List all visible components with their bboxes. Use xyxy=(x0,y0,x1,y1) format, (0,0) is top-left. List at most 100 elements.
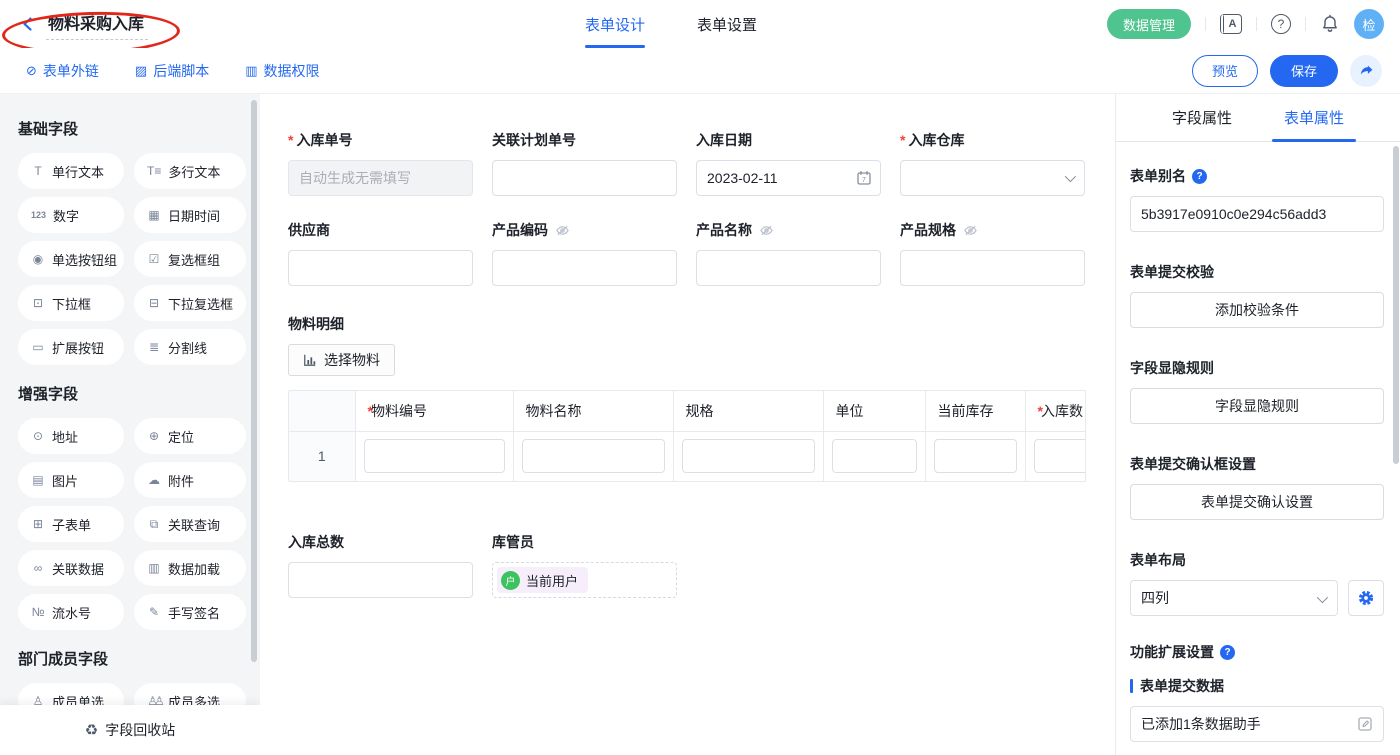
field-item-extend-button[interactable]: ▭扩展按钮 xyxy=(18,329,124,365)
warehouse-select[interactable] xyxy=(900,160,1085,196)
field-inbound-warehouse[interactable]: *入库仓库 xyxy=(900,130,1085,196)
language-icon[interactable]: A xyxy=(1220,14,1242,34)
save-button[interactable]: 保存 xyxy=(1270,55,1338,87)
select-material-button[interactable]: 选择物料 xyxy=(288,344,395,376)
field-item-signature[interactable]: ✎手写签名 xyxy=(134,594,246,630)
back-button[interactable] xyxy=(16,12,40,36)
add-validation-button[interactable]: 添加校验条件 xyxy=(1130,292,1384,328)
page-scrollbar[interactable] xyxy=(1393,146,1399,464)
page-title[interactable]: 物料采购入库 xyxy=(46,8,148,40)
supplier-input[interactable] xyxy=(288,250,473,286)
tab-form-properties[interactable]: 表单属性 xyxy=(1284,94,1344,142)
field-item-divider[interactable]: ≣分割线 xyxy=(134,329,246,365)
field-item-dropdown[interactable]: ⊡下拉框 xyxy=(18,285,124,321)
warehouse-keeper-picker[interactable]: 户 当前用户 xyxy=(492,562,677,598)
edit-icon[interactable] xyxy=(1357,716,1373,732)
layout-settings-button[interactable] xyxy=(1348,580,1384,616)
field-item-related-query[interactable]: ⧉关联查询 xyxy=(134,506,246,542)
product-code-input[interactable] xyxy=(492,250,677,286)
field-inbound-total[interactable]: 入库总数 xyxy=(288,532,473,598)
field-item-location[interactable]: ⊕定位 xyxy=(134,418,246,454)
unit-input[interactable] xyxy=(832,439,917,473)
field-warehouse-keeper[interactable]: 库管员 户 当前用户 xyxy=(492,532,677,598)
cell-material-code xyxy=(355,431,513,481)
backend-script-link[interactable]: ▨ 后端脚本 xyxy=(135,61,209,81)
user-avatar[interactable]: 检 xyxy=(1354,9,1384,39)
address-icon: ⊙ xyxy=(31,429,45,443)
tab-field-properties[interactable]: 字段属性 xyxy=(1172,94,1232,142)
form-alias-input[interactable] xyxy=(1130,196,1384,232)
data-manage-button[interactable]: 数据管理 xyxy=(1107,9,1191,39)
share-button[interactable] xyxy=(1350,55,1382,87)
field-related-plan-no[interactable]: 关联计划单号 xyxy=(492,130,677,196)
submit-confirm-label: 表单提交确认框设置 xyxy=(1130,454,1384,474)
help-icon[interactable]: ? xyxy=(1271,14,1291,34)
field-item-multi-dropdown[interactable]: ⊟下拉复选框 xyxy=(134,285,246,321)
subform-data-row: 1 xyxy=(289,431,1086,481)
current-user-tag[interactable]: 户 当前用户 xyxy=(497,567,588,593)
field-label: 数据加载 xyxy=(168,559,220,578)
related-plan-no-input[interactable] xyxy=(492,160,677,196)
field-item-datetime[interactable]: ▦日期时间 xyxy=(134,197,246,233)
field-item-radio-group[interactable]: ◉单选按钮组 xyxy=(18,241,124,277)
toolbar-links: ⊘ 表单外链 ▨ 后端脚本 ▥ 数据权限 xyxy=(0,61,320,81)
preview-button[interactable]: 预览 xyxy=(1192,55,1258,87)
field-label: 流水号 xyxy=(52,603,91,622)
notification-bell-icon[interactable] xyxy=(1320,14,1340,34)
inbound-no-input[interactable] xyxy=(288,160,473,196)
current-stock-input[interactable] xyxy=(934,439,1017,473)
field-supplier[interactable]: 供应商 xyxy=(288,220,473,286)
spec-input[interactable] xyxy=(682,439,815,473)
field-product-spec[interactable]: 产品规格 xyxy=(900,220,1085,286)
field-product-code[interactable]: 产品编码 xyxy=(492,220,677,286)
col-unit: 单位 xyxy=(823,391,925,431)
product-name-input[interactable] xyxy=(696,250,881,286)
form-external-link[interactable]: ⊘ 表单外链 xyxy=(26,61,99,81)
tab-form-design[interactable]: 表单设计 xyxy=(585,0,645,48)
inbound-total-input[interactable] xyxy=(288,562,473,598)
field-item-serial-number[interactable]: №流水号 xyxy=(18,594,124,630)
field-item-image[interactable]: ▤图片 xyxy=(18,462,124,498)
field-item-address[interactable]: ⊙地址 xyxy=(18,418,124,454)
script-icon: ▨ xyxy=(135,63,147,79)
inbound-date-input[interactable] xyxy=(696,160,881,196)
field-inbound-no[interactable]: *入库单号 xyxy=(288,130,473,196)
label-text: 库管员 xyxy=(492,532,534,552)
header-right: 数据管理 A ? 检 xyxy=(1107,0,1384,48)
section-title-basic: 基础字段 xyxy=(18,118,260,139)
field-item-number[interactable]: 123数字 xyxy=(18,197,124,233)
field-item-data-load[interactable]: ▥数据加载 xyxy=(134,550,246,586)
material-name-input[interactable] xyxy=(522,439,665,473)
layout-select[interactable]: 四列 xyxy=(1130,580,1338,616)
label-text: 关联计划单号 xyxy=(492,130,576,150)
cell-inbound-qty xyxy=(1025,431,1086,481)
data-assistant-box[interactable]: 已添加1条数据助手 xyxy=(1130,706,1384,742)
field-label: 产品规格 xyxy=(900,220,1085,240)
field-recycle-bin[interactable]: ♻ 字段回收站 xyxy=(0,705,260,755)
sidebar-scrollbar[interactable] xyxy=(251,100,257,662)
field-item-attachment[interactable]: ☁附件 xyxy=(134,462,246,498)
extension-help-icon[interactable]: ? xyxy=(1220,645,1235,660)
user-tag-label: 当前用户 xyxy=(526,571,578,590)
tab-form-settings[interactable]: 表单设置 xyxy=(697,0,757,48)
field-item-single-text[interactable]: T单行文本 xyxy=(18,153,124,189)
submit-confirm-button[interactable]: 表单提交确认设置 xyxy=(1130,484,1384,520)
field-label: 关联查询 xyxy=(168,515,220,534)
image-icon: ▤ xyxy=(31,473,45,487)
field-item-subform[interactable]: ⊞子表单 xyxy=(18,506,124,542)
product-spec-input[interactable] xyxy=(900,250,1085,286)
field-inbound-date[interactable]: 入库日期 7 xyxy=(696,130,881,196)
hidden-eye-icon xyxy=(759,223,774,238)
field-item-checkbox-group[interactable]: ☑复选框组 xyxy=(134,241,246,277)
field-visibility-button[interactable]: 字段显隐规则 xyxy=(1130,388,1384,424)
data-permission-link[interactable]: ▥ 数据权限 xyxy=(245,61,319,81)
data-bars-icon xyxy=(303,353,317,367)
field-item-related-data[interactable]: ∞关联数据 xyxy=(18,550,124,586)
inbound-qty-input[interactable] xyxy=(1034,439,1087,473)
number-icon: 123 xyxy=(31,210,46,220)
field-product-name[interactable]: 产品名称 xyxy=(696,220,881,286)
field-item-multi-text[interactable]: T≡多行文本 xyxy=(134,153,246,189)
alias-help-icon[interactable]: ? xyxy=(1192,169,1207,184)
material-code-input[interactable] xyxy=(364,439,505,473)
field-label: 库管员 xyxy=(492,532,677,552)
